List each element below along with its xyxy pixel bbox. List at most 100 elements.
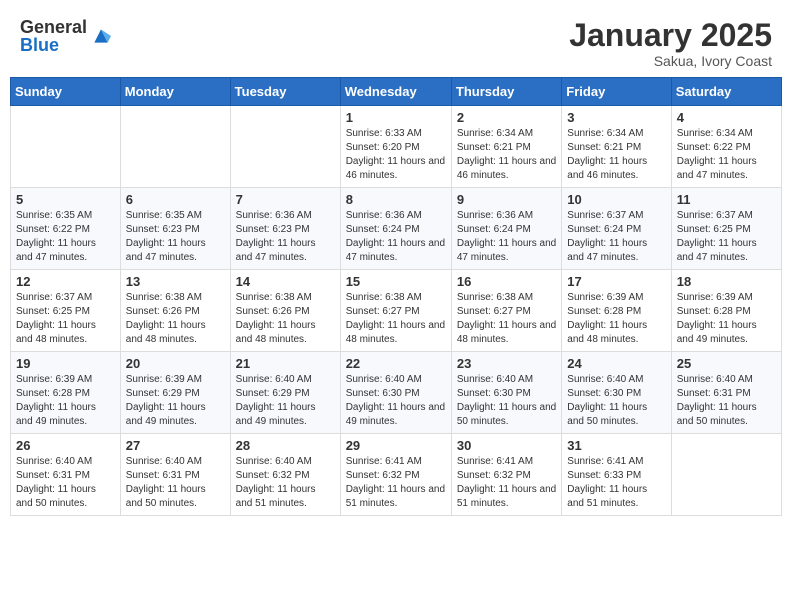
calendar-table: SundayMondayTuesdayWednesdayThursdayFrid… <box>10 77 782 516</box>
day-info: Sunrise: 6:40 AM Sunset: 6:29 PM Dayligh… <box>236 373 335 429</box>
calendar-cell: 22 Sunrise: 6:40 AM Sunset: 6:30 PM Dayli… <box>340 352 451 434</box>
calendar-cell: 9Sunrise: 6:36 AM Sunset: 6:24 PM Daylig… <box>451 188 561 270</box>
column-header-saturday: Saturday <box>671 78 781 106</box>
day-number: 10 <box>567 192 665 207</box>
day-number: 26 <box>16 438 115 453</box>
day-info: Sunrise: 6:34 AM Sunset: 6:21 PM Dayligh… <box>457 127 556 183</box>
day-info: Sunrise: 6:41 AM Sunset: 6:32 PM Dayligh… <box>457 455 556 511</box>
calendar-cell: 5Sunrise: 6:35 AM Sunset: 6:22 PM Daylig… <box>11 188 121 270</box>
calendar-cell: 2 Sunrise: 6:34 AM Sunset: 6:21 PM Daylig… <box>451 106 561 188</box>
day-info: Sunrise: 6:41 AM Sunset: 6:33 PM Dayligh… <box>567 455 665 511</box>
column-header-friday: Friday <box>562 78 671 106</box>
day-number: 15 <box>346 274 446 289</box>
day-info: Sunrise: 6:33 AM Sunset: 6:20 PM Dayligh… <box>346 127 446 183</box>
day-info: Sunrise: 6:41 AM Sunset: 6:32 PM Dayligh… <box>346 455 446 511</box>
day-info: Sunrise: 6:35 AM Sunset: 6:23 PM Dayligh… <box>126 209 225 265</box>
day-number: 27 <box>126 438 225 453</box>
day-number: 29 <box>346 438 446 453</box>
day-info: Sunrise: 6:38 AM Sunset: 6:27 PM Dayligh… <box>457 291 556 347</box>
day-info: Sunrise: 6:40 AM Sunset: 6:30 PM Dayligh… <box>457 373 556 429</box>
calendar-cell: 29 Sunrise: 6:41 AM Sunset: 6:32 PM Dayli… <box>340 434 451 516</box>
day-info: Sunrise: 6:35 AM Sunset: 6:22 PM Dayligh… <box>16 209 115 265</box>
calendar-cell: 26 Sunrise: 6:40 AM Sunset: 6:31 PM Dayli… <box>11 434 121 516</box>
calendar-cell: 24 Sunrise: 6:40 AM Sunset: 6:30 PM Dayli… <box>562 352 671 434</box>
calendar-cell: 8Sunrise: 6:36 AM Sunset: 6:24 PM Daylig… <box>340 188 451 270</box>
calendar-cell: 3 Sunrise: 6:34 AM Sunset: 6:21 PM Daylig… <box>562 106 671 188</box>
day-info: Sunrise: 6:36 AM Sunset: 6:24 PM Dayligh… <box>457 209 556 265</box>
calendar-cell: 14Sunrise: 6:38 AM Sunset: 6:26 PM Dayli… <box>230 270 340 352</box>
day-number: 28 <box>236 438 335 453</box>
logo-image: General Blue <box>20 18 111 54</box>
calendar-cell: 27 Sunrise: 6:40 AM Sunset: 6:31 PM Dayli… <box>120 434 230 516</box>
day-number: 14 <box>236 274 335 289</box>
calendar-cell: 12Sunrise: 6:37 AM Sunset: 6:25 PM Dayli… <box>11 270 121 352</box>
calendar-cell: 1 Sunrise: 6:33 AM Sunset: 6:20 PM Daylig… <box>340 106 451 188</box>
column-header-tuesday: Tuesday <box>230 78 340 106</box>
calendar-cell: 11 Sunrise: 6:37 AM Sunset: 6:25 PM Dayli… <box>671 188 781 270</box>
day-info: Sunrise: 6:39 AM Sunset: 6:29 PM Dayligh… <box>126 373 225 429</box>
day-info: Sunrise: 6:34 AM Sunset: 6:21 PM Dayligh… <box>567 127 665 183</box>
day-info: Sunrise: 6:34 AM Sunset: 6:22 PM Dayligh… <box>677 127 776 183</box>
logo-general-text: General <box>20 18 87 36</box>
calendar-cell: 28 Sunrise: 6:40 AM Sunset: 6:32 PM Dayli… <box>230 434 340 516</box>
day-info: Sunrise: 6:40 AM Sunset: 6:30 PM Dayligh… <box>346 373 446 429</box>
day-info: Sunrise: 6:40 AM Sunset: 6:31 PM Dayligh… <box>677 373 776 429</box>
day-number: 24 <box>567 356 665 371</box>
location-subtitle: Sakua, Ivory Coast <box>569 53 772 69</box>
day-info: Sunrise: 6:37 AM Sunset: 6:25 PM Dayligh… <box>677 209 776 265</box>
calendar-cell: 16 Sunrise: 6:38 AM Sunset: 6:27 PM Dayli… <box>451 270 561 352</box>
month-title: January 2025 <box>569 18 772 53</box>
day-number: 22 <box>346 356 446 371</box>
title-section: January 2025 Sakua, Ivory Coast <box>569 18 772 69</box>
day-info: Sunrise: 6:40 AM Sunset: 6:30 PM Dayligh… <box>567 373 665 429</box>
day-number: 13 <box>126 274 225 289</box>
day-number: 20 <box>126 356 225 371</box>
calendar-week-row: 19 Sunrise: 6:39 AM Sunset: 6:28 PM Dayli… <box>11 352 782 434</box>
calendar-cell: 6Sunrise: 6:35 AM Sunset: 6:23 PM Daylig… <box>120 188 230 270</box>
calendar-cell: 4 Sunrise: 6:34 AM Sunset: 6:22 PM Daylig… <box>671 106 781 188</box>
calendar-week-row: 12Sunrise: 6:37 AM Sunset: 6:25 PM Dayli… <box>11 270 782 352</box>
calendar-header-row: SundayMondayTuesdayWednesdayThursdayFrid… <box>11 78 782 106</box>
calendar-cell: 15Sunrise: 6:38 AM Sunset: 6:27 PM Dayli… <box>340 270 451 352</box>
day-number: 21 <box>236 356 335 371</box>
day-number: 23 <box>457 356 556 371</box>
calendar-cell <box>671 434 781 516</box>
calendar-cell: 30Sunrise: 6:41 AM Sunset: 6:32 PM Dayli… <box>451 434 561 516</box>
day-info: Sunrise: 6:40 AM Sunset: 6:31 PM Dayligh… <box>16 455 115 511</box>
column-header-sunday: Sunday <box>11 78 121 106</box>
calendar-cell: 19 Sunrise: 6:39 AM Sunset: 6:28 PM Dayli… <box>11 352 121 434</box>
day-number: 2 <box>457 110 556 125</box>
day-number: 7 <box>236 192 335 207</box>
calendar-cell: 10 Sunrise: 6:37 AM Sunset: 6:24 PM Dayli… <box>562 188 671 270</box>
page-header: General Blue January 2025 Sakua, Ivory C… <box>10 10 782 73</box>
calendar-cell: 31Sunrise: 6:41 AM Sunset: 6:33 PM Dayli… <box>562 434 671 516</box>
calendar-cell: 17 Sunrise: 6:39 AM Sunset: 6:28 PM Dayli… <box>562 270 671 352</box>
day-number: 17 <box>567 274 665 289</box>
calendar-cell <box>230 106 340 188</box>
calendar-week-row: 26 Sunrise: 6:40 AM Sunset: 6:31 PM Dayli… <box>11 434 782 516</box>
logo-blue-text: Blue <box>20 36 87 54</box>
calendar-cell <box>120 106 230 188</box>
day-number: 4 <box>677 110 776 125</box>
day-number: 18 <box>677 274 776 289</box>
calendar-cell: 7 Sunrise: 6:36 AM Sunset: 6:23 PM Daylig… <box>230 188 340 270</box>
day-info: Sunrise: 6:40 AM Sunset: 6:31 PM Dayligh… <box>126 455 225 511</box>
day-info: Sunrise: 6:39 AM Sunset: 6:28 PM Dayligh… <box>567 291 665 347</box>
day-number: 11 <box>677 192 776 207</box>
logo: General Blue <box>20 18 111 54</box>
day-number: 19 <box>16 356 115 371</box>
calendar-week-row: 1 Sunrise: 6:33 AM Sunset: 6:20 PM Daylig… <box>11 106 782 188</box>
day-info: Sunrise: 6:37 AM Sunset: 6:24 PM Dayligh… <box>567 209 665 265</box>
day-number: 3 <box>567 110 665 125</box>
day-info: Sunrise: 6:37 AM Sunset: 6:25 PM Dayligh… <box>16 291 115 347</box>
day-info: Sunrise: 6:39 AM Sunset: 6:28 PM Dayligh… <box>16 373 115 429</box>
day-number: 1 <box>346 110 446 125</box>
day-info: Sunrise: 6:40 AM Sunset: 6:32 PM Dayligh… <box>236 455 335 511</box>
day-number: 16 <box>457 274 556 289</box>
calendar-cell: 21 Sunrise: 6:40 AM Sunset: 6:29 PM Dayli… <box>230 352 340 434</box>
day-number: 25 <box>677 356 776 371</box>
day-info: Sunrise: 6:39 AM Sunset: 6:28 PM Dayligh… <box>677 291 776 347</box>
day-info: Sunrise: 6:36 AM Sunset: 6:23 PM Dayligh… <box>236 209 335 265</box>
calendar-cell: 23 Sunrise: 6:40 AM Sunset: 6:30 PM Dayli… <box>451 352 561 434</box>
column-header-thursday: Thursday <box>451 78 561 106</box>
